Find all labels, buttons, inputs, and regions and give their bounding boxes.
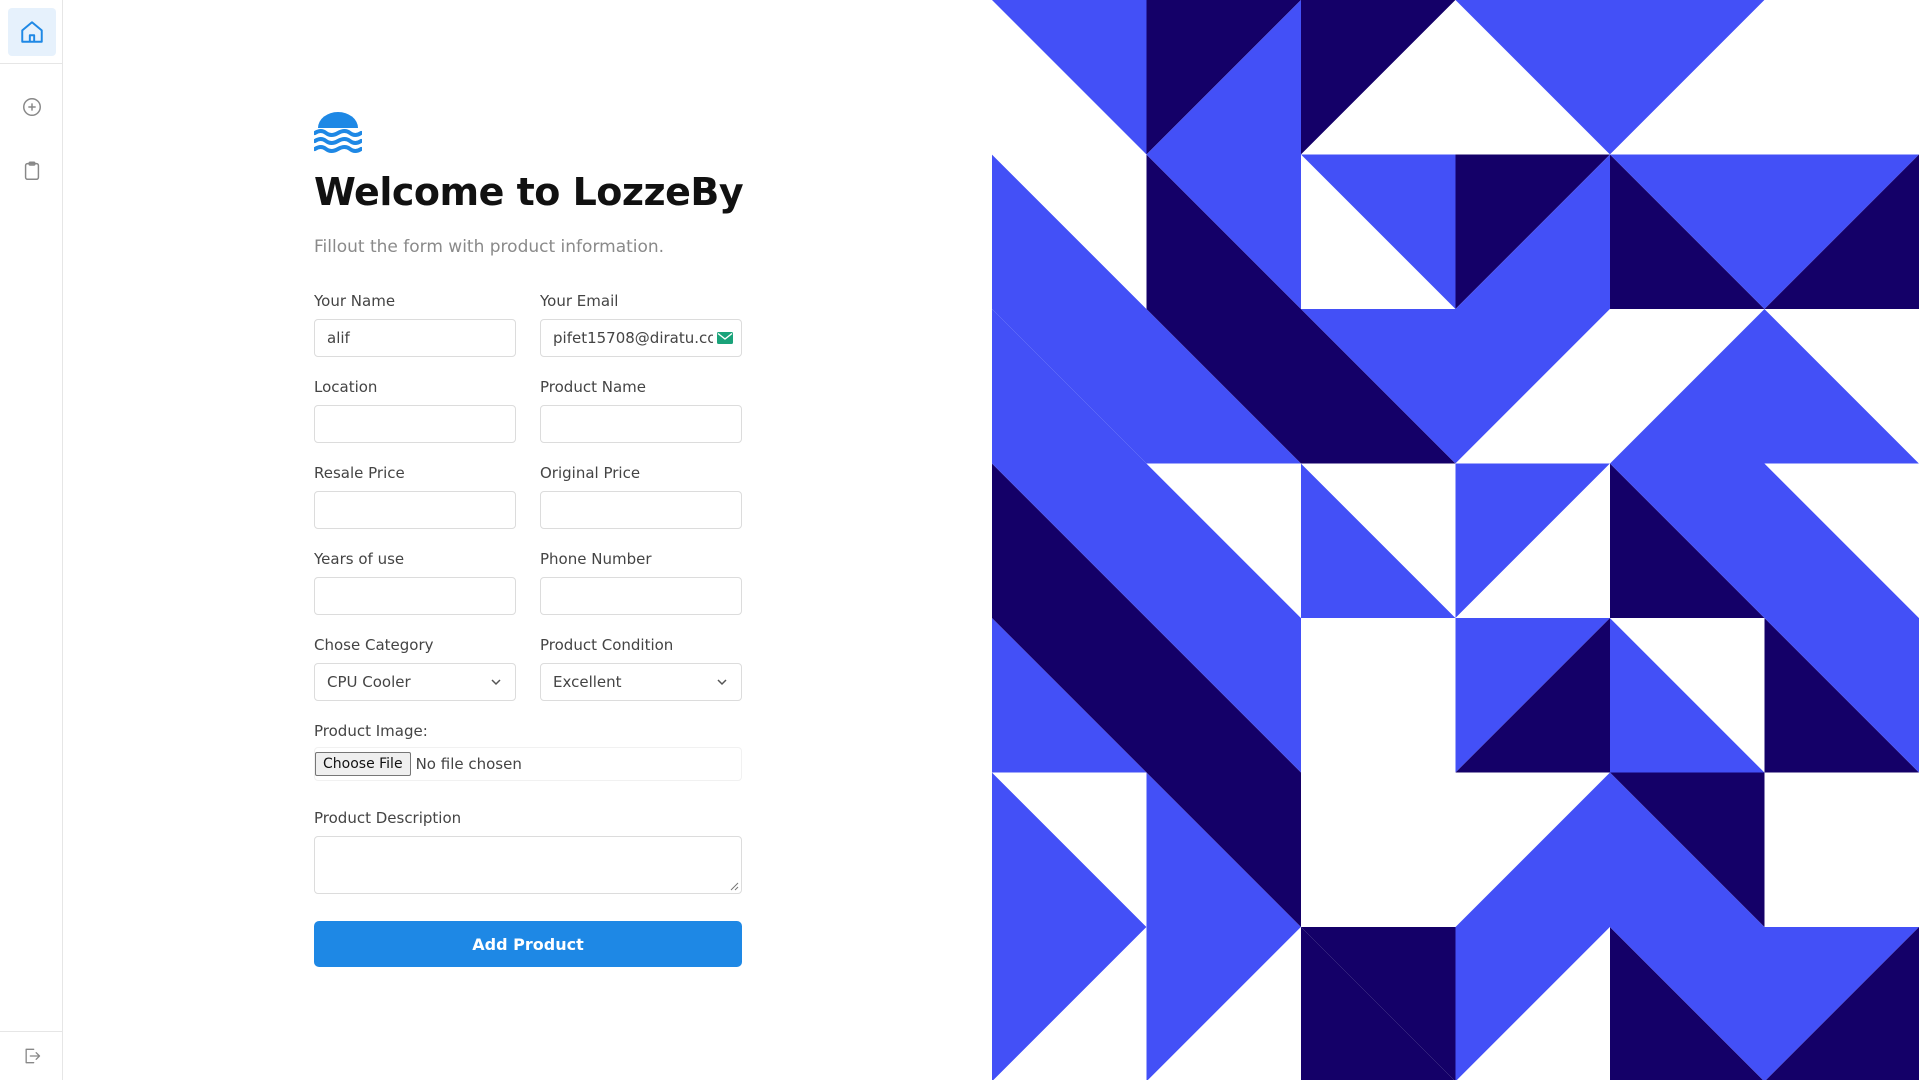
chevron-down-icon	[717, 679, 727, 686]
product-name-label: Product Name	[540, 378, 646, 396]
original-price-field: Original Price	[540, 463, 742, 529]
location-field: Location	[314, 377, 516, 443]
email-icon	[717, 332, 733, 344]
add-product-button[interactable]: Add Product	[314, 921, 742, 967]
resize-grip-icon[interactable]	[730, 882, 739, 891]
plus-circle-icon	[23, 98, 41, 116]
your-email-input[interactable]: pifet15708@diratu.com	[540, 319, 742, 357]
page-title: Welcome to LozzeBy	[314, 170, 744, 214]
waves-logo-icon	[314, 112, 362, 153]
description-label: Product Description	[314, 809, 462, 827]
your-name-field: Your Name alif	[314, 291, 516, 357]
home-icon	[21, 21, 43, 43]
your-email-label: Your Email	[540, 292, 619, 310]
choose-file-button[interactable]: Choose File	[315, 752, 411, 776]
phone-number-label: Phone Number	[540, 550, 652, 568]
years-of-use-input[interactable]	[314, 577, 516, 615]
original-price-label: Original Price	[540, 464, 641, 482]
condition-label: Product Condition	[540, 636, 674, 654]
description-field: Product Description	[314, 808, 742, 894]
years-of-use-field: Years of use	[314, 549, 516, 615]
product-image-label: Product Image:	[314, 722, 428, 740]
sidebar-item-orders[interactable]	[8, 147, 56, 195]
location-input[interactable]	[314, 405, 516, 443]
logout-button[interactable]	[8, 1032, 56, 1080]
sidebar-divider	[0, 63, 62, 64]
geometric-pattern-image	[992, 0, 1920, 1080]
category-label: Chose Category	[314, 636, 434, 654]
condition-field: Product Condition Excellent	[540, 635, 742, 701]
resale-price-label: Resale Price	[314, 464, 405, 482]
years-of-use-label: Years of use	[314, 550, 405, 568]
category-select[interactable]: CPU Cooler	[314, 663, 516, 701]
phone-number-field: Phone Number	[540, 549, 742, 615]
description-textarea[interactable]	[314, 836, 742, 894]
sidebar-item-add[interactable]	[8, 83, 56, 131]
clipboard-icon	[24, 161, 40, 180]
sidebar	[0, 0, 63, 1080]
product-name-input[interactable]	[540, 405, 742, 443]
sidebar-item-home[interactable]	[8, 8, 56, 56]
condition-select[interactable]: Excellent	[540, 663, 742, 701]
file-status: No file chosen	[415, 755, 522, 773]
chevron-down-icon	[491, 679, 501, 686]
page-subtitle: Fillout the form with product informatio…	[314, 237, 665, 257]
resale-price-field: Resale Price	[314, 463, 516, 529]
logout-icon	[25, 1048, 41, 1064]
phone-number-input[interactable]	[540, 577, 742, 615]
your-name-label: Your Name	[314, 292, 396, 310]
product-image-field: Product Image: Choose File No file chose…	[314, 721, 742, 781]
original-price-input[interactable]	[540, 491, 742, 529]
product-image-input: Choose File No file chosen	[314, 747, 742, 781]
your-name-input[interactable]: alif	[314, 319, 516, 357]
category-field: Chose Category CPU Cooler	[314, 635, 516, 701]
product-name-field: Product Name	[540, 377, 742, 443]
your-email-field: Your Email pifet15708@diratu.com	[540, 291, 742, 357]
location-label: Location	[314, 378, 378, 396]
resale-price-input[interactable]	[314, 491, 516, 529]
